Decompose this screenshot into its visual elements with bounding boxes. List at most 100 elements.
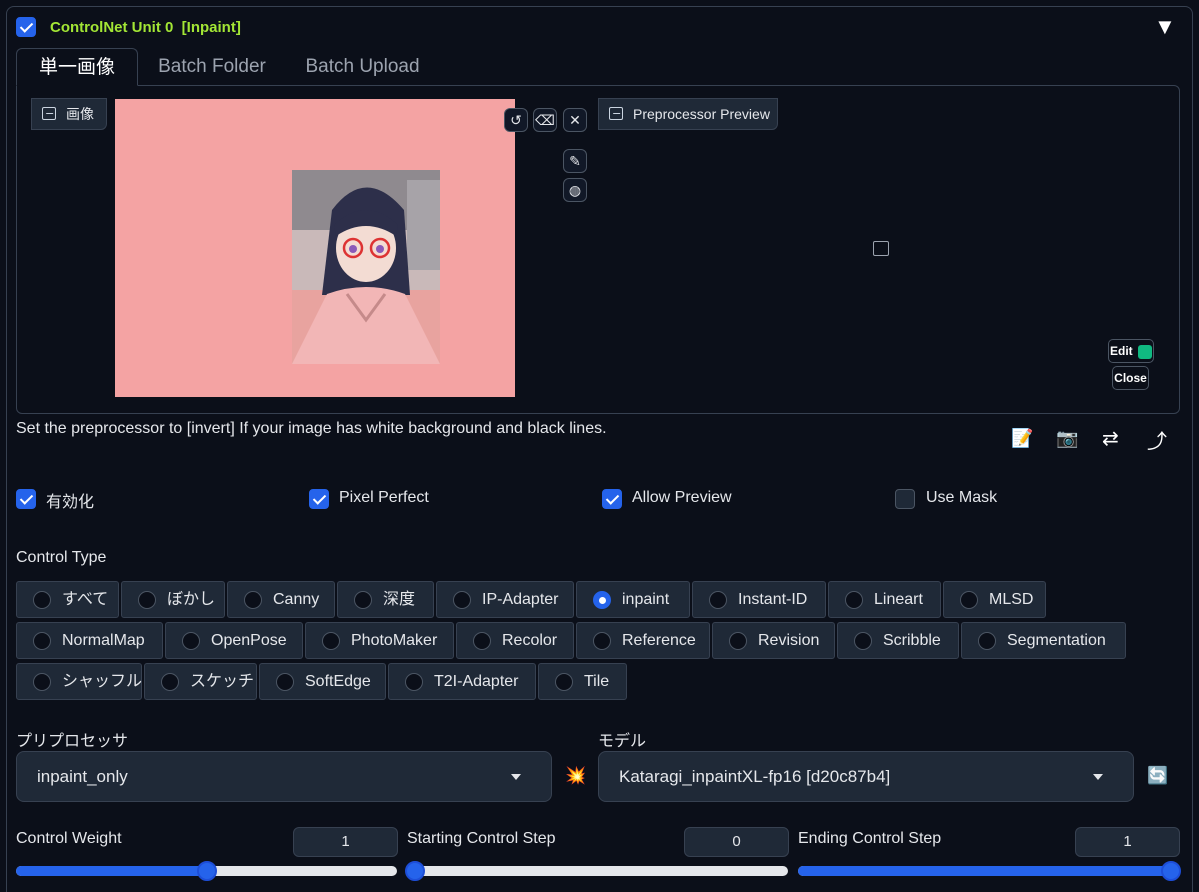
option-label: 深度 xyxy=(383,591,416,608)
control-type-option[interactable]: Recolor xyxy=(456,622,574,659)
radio-dot xyxy=(276,673,294,691)
allow-preview-checkbox[interactable] xyxy=(602,489,622,509)
option-label: inpaint xyxy=(622,591,670,608)
option-label: T2I-Adapter xyxy=(434,673,519,690)
starting-step-label: Starting Control Step xyxy=(407,830,556,847)
control-type-option[interactable]: NormalMap xyxy=(16,622,163,659)
write-icon[interactable]: 📝 xyxy=(1011,428,1033,449)
option-label: Revision xyxy=(758,632,820,649)
control-type-option-selected[interactable]: inpaint xyxy=(576,581,690,618)
preprocessor-dropdown[interactable]: inpaint_only xyxy=(16,751,552,802)
radio-dot xyxy=(555,673,573,691)
control-type-option[interactable]: すべて xyxy=(16,581,119,618)
starting-step-slider[interactable] xyxy=(404,861,788,881)
ending-step-slider[interactable] xyxy=(798,861,1182,881)
camera-icon[interactable]: 📷 xyxy=(1056,428,1078,449)
control-type-option[interactable]: Lineart xyxy=(828,581,941,618)
control-type-option[interactable]: シャッフル xyxy=(16,663,142,700)
radio-dot xyxy=(354,591,372,609)
radio-dot xyxy=(138,591,156,609)
option-label: PhotoMaker xyxy=(351,632,438,649)
control-type-option[interactable]: Canny xyxy=(227,581,335,618)
option-label: Lineart xyxy=(874,591,923,608)
control-type-option[interactable]: ぼかし xyxy=(121,581,225,618)
slider-fill xyxy=(798,866,1179,876)
control-type-option[interactable]: Instant-ID xyxy=(692,581,826,618)
control-type-option[interactable]: Scribble xyxy=(837,622,959,659)
control-type-option[interactable]: T2I-Adapter xyxy=(388,663,536,700)
pixel-perfect-label: Pixel Perfect xyxy=(339,489,429,506)
enable-label: 有効化 xyxy=(46,494,95,511)
control-type-option[interactable]: 深度 xyxy=(337,581,434,618)
edit-button-label: Edit xyxy=(1109,344,1133,358)
control-type-option[interactable]: Tile xyxy=(538,663,627,700)
swap-icon[interactable]: ⇄ xyxy=(1102,426,1119,451)
option-label: IP-Adapter xyxy=(482,591,559,608)
close-icon[interactable]: ✕ xyxy=(563,108,587,132)
close-preview-button[interactable]: Close xyxy=(1112,366,1149,390)
slider-thumb[interactable] xyxy=(404,861,425,881)
collapse-icon[interactable]: ▼ xyxy=(1154,14,1176,40)
ending-step-label: Ending Control Step xyxy=(798,830,942,847)
radio-dot xyxy=(453,591,471,609)
control-type-option[interactable]: Reference xyxy=(576,622,710,659)
option-label: OpenPose xyxy=(211,632,287,649)
slider-thumb[interactable] xyxy=(196,861,217,881)
option-label: Instant-ID xyxy=(738,591,808,608)
chevron-down-icon xyxy=(511,774,521,780)
model-dropdown[interactable]: Kataragi_inpaintXL-fp16 [d20c87b4] xyxy=(598,751,1134,802)
image-icon xyxy=(609,107,623,120)
option-label: Segmentation xyxy=(1007,632,1106,649)
radio-dot xyxy=(33,632,51,650)
radio-dot xyxy=(405,673,423,691)
radio-dot xyxy=(322,632,340,650)
radio-dot xyxy=(33,673,51,691)
control-type-option[interactable]: PhotoMaker xyxy=(305,622,454,659)
option-label: Reference xyxy=(622,632,696,649)
radio-dot xyxy=(854,632,872,650)
control-type-option[interactable]: OpenPose xyxy=(165,622,303,659)
tab-batch-folder[interactable]: Batch Folder xyxy=(146,48,278,86)
control-weight-input[interactable]: 1 xyxy=(293,827,398,857)
radio-dot xyxy=(593,591,611,609)
unit-enable-checkbox[interactable] xyxy=(16,17,36,37)
palette-icon[interactable]: ◍ xyxy=(563,178,587,202)
control-type-option[interactable]: Revision xyxy=(712,622,835,659)
tab-single-image[interactable]: 単一画像 xyxy=(16,48,138,86)
tab-batch-upload[interactable]: Batch Upload xyxy=(290,48,435,86)
edit-button[interactable]: Edit xyxy=(1108,339,1154,363)
image-canvas[interactable] xyxy=(115,99,515,397)
image-block-label: 画像 xyxy=(31,98,107,130)
eraser-icon[interactable]: ⌫ xyxy=(533,108,557,132)
starting-step-input[interactable]: 0 xyxy=(684,827,789,857)
option-label: Canny xyxy=(273,591,320,608)
control-type-option[interactable]: MLSD xyxy=(943,581,1046,618)
image-block-label-text: 画像 xyxy=(66,106,94,122)
send-dimensions-icon[interactable]: ⤴ xyxy=(1147,425,1167,454)
radio-dot xyxy=(978,632,996,650)
ending-step-input[interactable]: 1 xyxy=(1075,827,1180,857)
run-preprocessor-icon[interactable]: 💥 xyxy=(565,766,586,786)
option-label: Tile xyxy=(584,673,610,690)
pixel-perfect-checkbox[interactable] xyxy=(309,489,329,509)
refresh-icon[interactable]: 🔄 xyxy=(1147,766,1168,786)
control-type-option[interactable]: Segmentation xyxy=(961,622,1126,659)
option-label: SoftEdge xyxy=(305,673,371,690)
control-type-option[interactable]: IP-Adapter xyxy=(436,581,574,618)
use-mask-label: Use Mask xyxy=(926,489,998,506)
undo-icon[interactable]: ↺ xyxy=(504,108,528,132)
preview-block-label-text: Preprocessor Preview xyxy=(633,106,770,122)
radio-dot xyxy=(473,632,491,650)
brush-icon[interactable]: ✎ xyxy=(563,149,587,173)
enable-checkbox[interactable] xyxy=(16,489,36,509)
option-label: Recolor xyxy=(502,632,558,649)
model-label: モデル xyxy=(598,733,647,750)
option-label: スケッチ xyxy=(190,673,255,690)
control-type-option[interactable]: SoftEdge xyxy=(259,663,386,700)
control-type-option[interactable]: スケッチ xyxy=(144,663,257,700)
unit-tag: [Inpaint] xyxy=(181,19,241,36)
control-weight-slider[interactable] xyxy=(16,861,397,881)
model-value: Kataragi_inpaintXL-fp16 [d20c87b4] xyxy=(619,767,891,786)
use-mask-checkbox[interactable] xyxy=(895,489,915,509)
preprocessor-value: inpaint_only xyxy=(37,767,128,786)
